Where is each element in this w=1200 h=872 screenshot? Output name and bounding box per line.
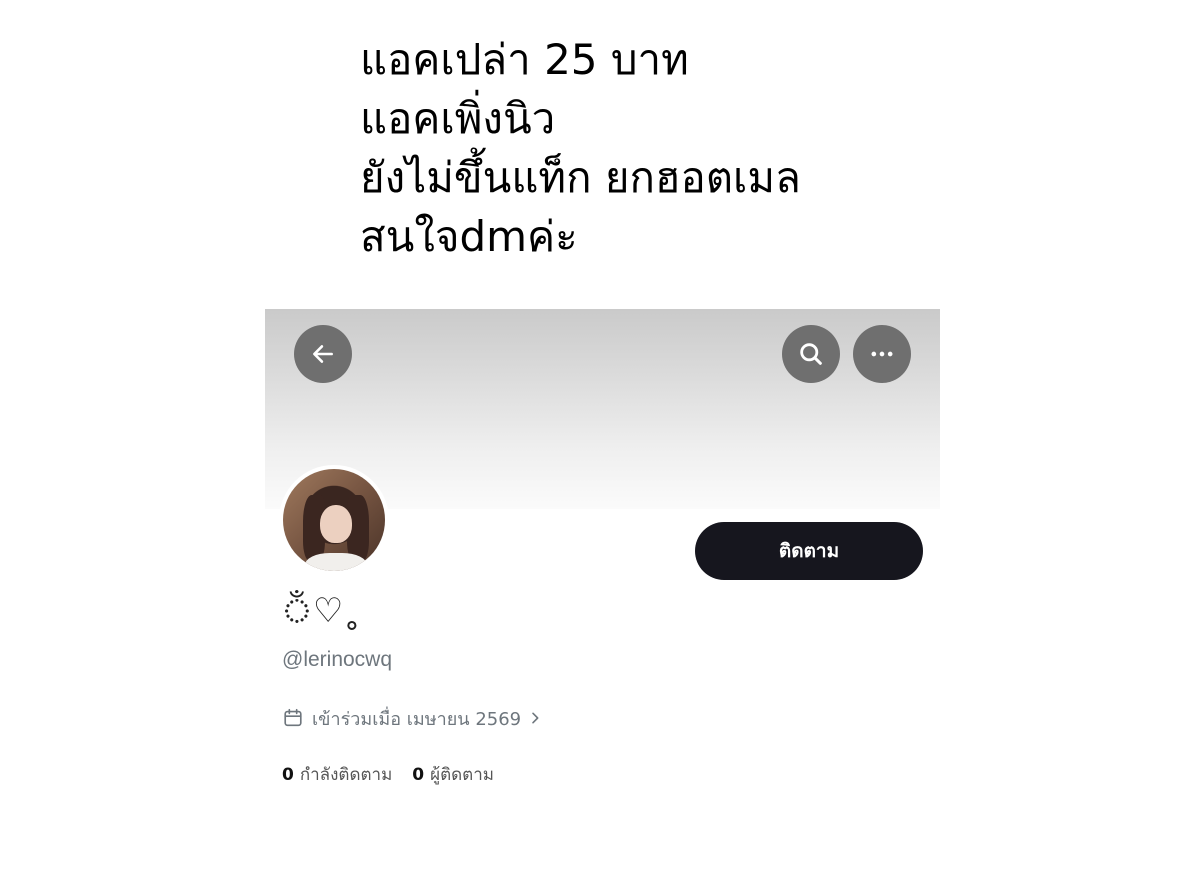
caption-text: แอคเปล่า 25 บาท แอคเพิ่งนิว ยังไม่ขึ้นแท…	[360, 30, 1060, 266]
arrow-left-icon	[313, 345, 333, 363]
followers-count: 0	[412, 765, 425, 785]
follow-button[interactable]: ติดตาม	[695, 522, 923, 580]
followers-stat[interactable]: 0 ผู้ติดตาม	[412, 761, 494, 788]
display-name: ঁ♡˳	[281, 591, 361, 631]
profile-screenshot: ติดตาม ঁ♡˳ @lerinocwq เข้าร่วมเมื่อ เมษา…	[265, 309, 940, 829]
calendar-icon	[282, 707, 304, 729]
following-stat[interactable]: 0 กำลังติดตาม	[282, 761, 392, 788]
more-button[interactable]	[853, 325, 911, 383]
joined-date[interactable]: เข้าร่วมเมื่อ เมษายน 2569	[282, 705, 543, 731]
chevron-right-icon	[527, 710, 543, 726]
following-label: กำลังติดตาม	[299, 765, 393, 785]
caption-line-3: ยังไม่ขึ้นแท็ก ยกฮอตเมล	[360, 153, 801, 202]
following-count: 0	[282, 765, 294, 785]
username-handle: @lerinocwq	[282, 648, 393, 671]
search-icon	[800, 343, 822, 365]
avatar[interactable]	[279, 465, 389, 575]
followers-label: ผู้ติดตาม	[430, 765, 494, 785]
more-horizontal-icon	[871, 351, 893, 357]
back-button[interactable]	[294, 325, 352, 383]
avatar-image	[283, 469, 385, 571]
caption-line-2: แอคเพิ่งนิว	[360, 94, 556, 143]
caption-line-4: สนใจdmค่ะ	[360, 212, 578, 261]
search-button[interactable]	[782, 325, 840, 383]
joined-date-label: เข้าร่วมเมื่อ เมษายน 2569	[312, 708, 522, 730]
caption-line-1: แอคเปล่า 25 บาท	[360, 35, 689, 84]
follow-stats: 0 กำลังติดตาม 0 ผู้ติดตาม	[282, 761, 494, 788]
